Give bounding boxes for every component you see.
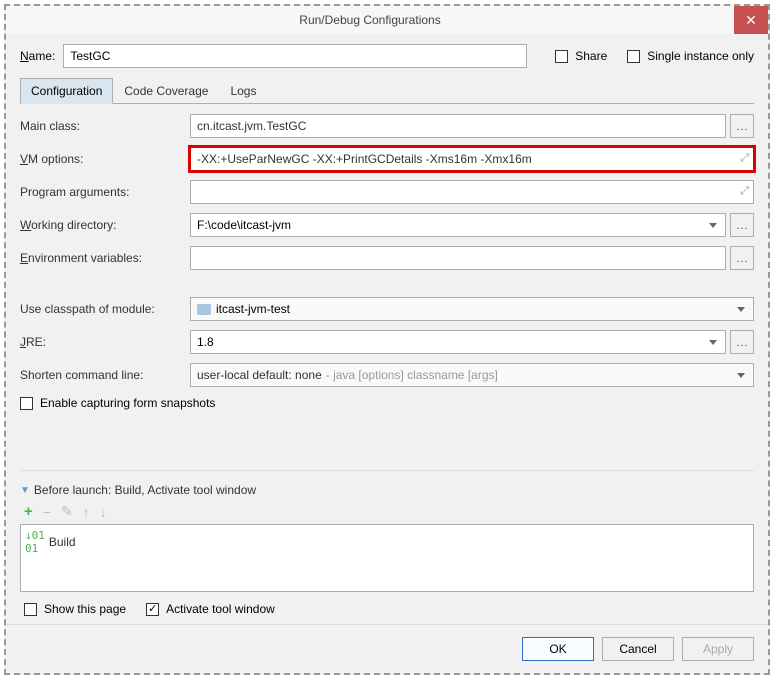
window-title: Run/Debug Configurations	[6, 13, 734, 27]
build-icon: ↓0101	[25, 529, 45, 555]
edit-task-button[interactable]: ✎	[61, 503, 73, 520]
content-area: Name: Share Single instance only Configu…	[6, 34, 768, 624]
working-dir-browse-button[interactable]: …	[730, 213, 754, 237]
list-item[interactable]: ↓0101 Build	[25, 529, 749, 555]
expand-icon[interactable]: ⤢	[740, 152, 749, 165]
ok-button[interactable]: OK	[522, 637, 594, 661]
checkbox-icon	[24, 603, 37, 616]
apply-button: Apply	[682, 637, 754, 661]
classpath-dropdown[interactable]: itcast-jvm-test	[190, 297, 754, 321]
checkbox-icon	[627, 50, 640, 63]
shorten-label: Shorten command line:	[20, 368, 190, 382]
tab-bar: Configuration Code Coverage Logs	[20, 78, 754, 104]
working-dir-input[interactable]: F:\code\itcast-jvm	[190, 213, 726, 237]
tab-code-coverage[interactable]: Code Coverage	[113, 78, 219, 103]
enable-snapshots-checkbox[interactable]: Enable capturing form snapshots	[20, 396, 215, 410]
before-launch-list[interactable]: ↓0101 Build	[20, 524, 754, 592]
add-task-button[interactable]: +	[24, 503, 33, 520]
before-launch-header[interactable]: ▼ Before launch: Build, Activate tool wi…	[20, 483, 754, 497]
collapse-arrow-icon: ▼	[20, 485, 30, 496]
move-down-button[interactable]: ↓	[100, 504, 107, 520]
before-launch-toolbar: + − ✎ ↑ ↓	[20, 503, 754, 520]
dialog-button-row: OK Cancel Apply	[6, 624, 768, 673]
vm-options-input[interactable]: -XX:+UseParNewGC -XX:+PrintGCDetails -Xm…	[190, 147, 754, 171]
name-row: Name: Share Single instance only	[20, 44, 754, 68]
configuration-form: Main class: cn.itcast.jvm.TestGC … VM op…	[20, 114, 754, 419]
move-up-button[interactable]: ↑	[83, 504, 90, 520]
expand-icon[interactable]: ⤢	[740, 185, 749, 198]
dialog-window: Run/Debug Configurations ✕ Name: Share S…	[4, 4, 770, 675]
jre-browse-button[interactable]: …	[730, 330, 754, 354]
checkbox-icon	[146, 603, 159, 616]
env-vars-browse-button[interactable]: …	[730, 246, 754, 270]
jre-dropdown[interactable]: 1.8	[190, 330, 726, 354]
jre-label: JRE:	[20, 335, 190, 349]
share-checkbox[interactable]: Share	[555, 49, 607, 63]
classpath-label: Use classpath of module:	[20, 302, 190, 316]
program-args-label: Program arguments:	[20, 185, 190, 199]
name-input[interactable]	[63, 44, 527, 68]
program-args-input[interactable]: ⤢	[190, 180, 754, 204]
working-dir-label: Working directory:	[20, 218, 190, 232]
cancel-button[interactable]: Cancel	[602, 637, 674, 661]
checkbox-icon	[20, 397, 33, 410]
name-label: Name:	[20, 49, 55, 63]
tab-logs[interactable]: Logs	[219, 78, 267, 103]
tab-configuration[interactable]: Configuration	[20, 78, 113, 104]
show-this-page-checkbox[interactable]: Show this page	[24, 602, 126, 616]
shorten-dropdown[interactable]: user-local default: none - java [options…	[190, 363, 754, 387]
main-class-label: Main class:	[20, 119, 190, 133]
main-class-input[interactable]: cn.itcast.jvm.TestGC	[190, 114, 726, 138]
activate-tool-window-checkbox[interactable]: Activate tool window	[146, 602, 275, 616]
title-bar: Run/Debug Configurations ✕	[6, 6, 768, 34]
env-vars-input[interactable]	[190, 246, 726, 270]
vm-options-label: VM options:	[20, 152, 190, 166]
module-icon	[197, 304, 211, 315]
single-instance-checkbox[interactable]: Single instance only	[627, 49, 754, 63]
close-button[interactable]: ✕	[734, 6, 768, 34]
remove-task-button[interactable]: −	[43, 504, 51, 520]
main-class-browse-button[interactable]: …	[730, 114, 754, 138]
env-vars-label: Environment variables:	[20, 251, 190, 265]
checkbox-icon	[555, 50, 568, 63]
before-launch-section: ▼ Before launch: Build, Activate tool wi…	[20, 462, 754, 616]
